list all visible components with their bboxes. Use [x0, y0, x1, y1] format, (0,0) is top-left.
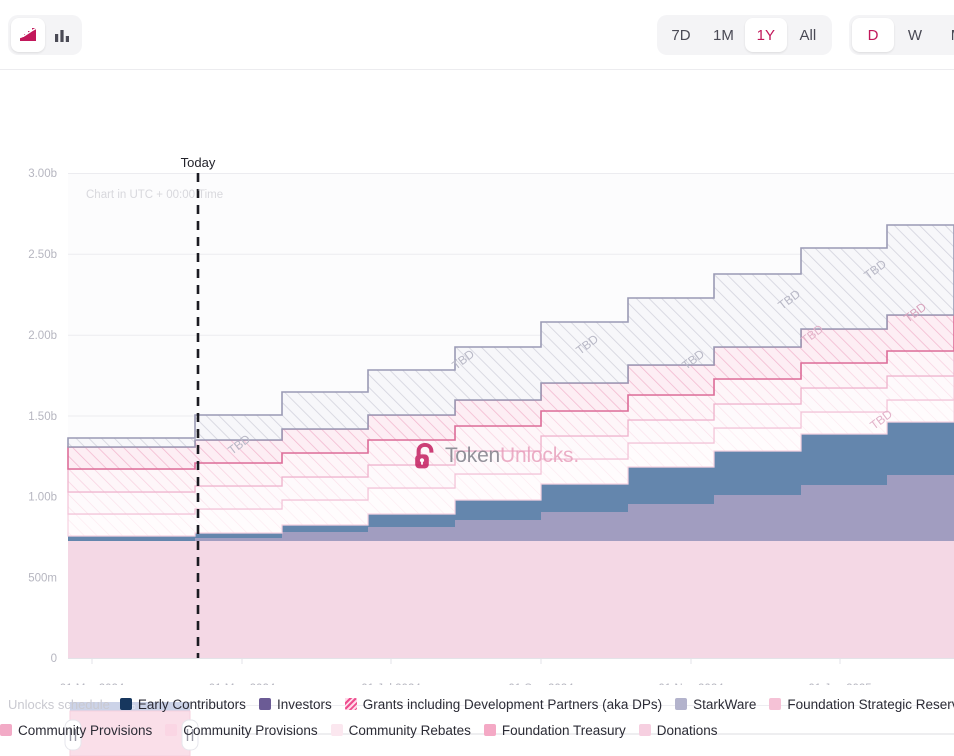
legend-swatch-community-provisions-2 — [165, 724, 177, 736]
legend-label: Foundation Treasury — [502, 723, 626, 738]
area-chart-icon — [18, 25, 38, 45]
legend-swatch-foundation-treasury — [484, 724, 496, 736]
legend-swatch-starkware — [675, 698, 687, 710]
series-area-foundation-strategic-reserves — [68, 541, 954, 659]
today-label: Today — [181, 155, 216, 170]
legend-label: Foundation Strategic Reserves — [787, 697, 954, 712]
x-axis-ticks — [92, 659, 840, 665]
range-button-1y[interactable]: 1Y — [745, 18, 787, 52]
y-tick-label: 2.50b — [28, 249, 57, 261]
legend-item-investors[interactable]: Investors — [259, 697, 332, 712]
legend-item-community-rebates[interactable]: Community Rebates — [331, 723, 471, 738]
legend-item-community-provisions-2[interactable]: Community Provisions — [165, 723, 317, 738]
chart-canvas[interactable]: TBD TBD TBD TBD TBD TBD TBD TBD TBD 3.00… — [0, 70, 954, 685]
legend-item-community-provisions-1[interactable]: Community Provisions — [0, 723, 152, 738]
legend-label: Investors — [277, 697, 332, 712]
legend-item-foundation-strategic-reserves[interactable]: Foundation Strategic Reserves — [769, 697, 954, 712]
legend-label: Community Provisions — [183, 723, 317, 738]
legend-swatch-foundation-strategic-reserves — [769, 698, 781, 710]
legend-swatch-donations — [639, 724, 651, 736]
y-axis-labels: 3.00b 2.50b 2.00b 1.50b 1.00b 500m 0 — [28, 168, 57, 665]
legend-item-early-contributors[interactable]: Early Contributors — [120, 697, 246, 712]
y-tick-label: 0 — [51, 653, 57, 665]
interval-button-day[interactable]: D — [852, 18, 894, 52]
legend-item-starkware[interactable]: StarkWare — [675, 697, 756, 712]
range-button-all[interactable]: All — [787, 18, 829, 52]
legend-label: Grants including Development Partners (a… — [363, 697, 662, 712]
range-button-7d[interactable]: 7D — [660, 18, 702, 52]
legend-swatch-grants-development-partners — [345, 698, 357, 710]
unlocks-chart[interactable]: TBD TBD TBD TBD TBD TBD TBD TBD TBD 3.00… — [0, 70, 954, 685]
legend-swatch-investors — [259, 698, 271, 710]
legend-label: Community Rebates — [349, 723, 471, 738]
legend-item-donations[interactable]: Donations — [639, 723, 718, 738]
utc-timezone-note: Chart in UTC + 00:00 Time — [86, 189, 223, 201]
legend-swatch-early-contributors — [120, 698, 132, 710]
chart-legend: Unlocks schedule Early Contributors Inve… — [0, 685, 954, 743]
interval-button-month[interactable]: M — [936, 18, 954, 52]
area-chart-icon-button[interactable] — [11, 18, 45, 52]
time-range-group: 7D 1M 1Y All — [657, 15, 832, 55]
legend-row-2: Community Provisions Community Provision… — [0, 717, 954, 743]
legend-item-grants-development-partners[interactable]: Grants including Development Partners (a… — [345, 697, 662, 712]
legend-label: Early Contributors — [138, 697, 246, 712]
legend-item-foundation-treasury[interactable]: Foundation Treasury — [484, 723, 626, 738]
legend-swatch-community-rebates — [331, 724, 343, 736]
legend-label: Donations — [657, 723, 718, 738]
bar-chart-icon — [52, 25, 72, 45]
legend-label: Community Provisions — [18, 723, 152, 738]
range-button-1m[interactable]: 1M — [702, 18, 745, 52]
chart-toolbar: 7D 1M 1Y All D W M — [0, 0, 954, 70]
y-tick-label: 3.00b — [28, 168, 57, 180]
y-tick-label: 2.00b — [28, 330, 57, 342]
interval-button-week[interactable]: W — [894, 18, 936, 52]
chart-type-toggle-group — [8, 15, 82, 55]
legend-title: Unlocks schedule — [8, 697, 110, 712]
y-tick-label: 1.50b — [28, 411, 57, 423]
interval-group: D W M — [849, 15, 954, 55]
legend-row-1: Unlocks schedule Early Contributors Inve… — [8, 691, 954, 717]
y-tick-label: 1.00b — [28, 492, 57, 504]
legend-label: StarkWare — [693, 697, 756, 712]
legend-swatch-community-provisions-1 — [0, 724, 12, 736]
y-tick-label: 500m — [28, 573, 57, 585]
bar-chart-icon-button[interactable] — [45, 18, 79, 52]
